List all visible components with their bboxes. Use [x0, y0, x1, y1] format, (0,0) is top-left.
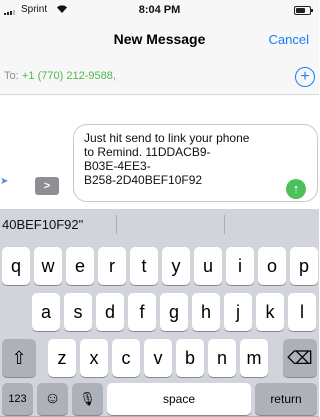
- status-time: 8:04 PM: [138, 4, 181, 16]
- key-d[interactable]: d: [96, 293, 124, 331]
- key-q[interactable]: q: [2, 247, 30, 285]
- key-x[interactable]: x: [80, 339, 108, 377]
- key-y[interactable]: y: [162, 247, 190, 285]
- key-e[interactable]: e: [66, 247, 94, 285]
- expand-apps-button[interactable]: >: [35, 177, 59, 195]
- cancel-button[interactable]: Cancel: [269, 32, 309, 47]
- navigation-bar: New Message Cancel: [0, 22, 319, 60]
- key-n[interactable]: n: [208, 339, 236, 377]
- key-p[interactable]: p: [290, 247, 318, 285]
- key-g[interactable]: g: [160, 293, 188, 331]
- key-b[interactable]: b: [176, 339, 204, 377]
- battery-icon: [294, 6, 313, 15]
- key-t[interactable]: t: [130, 247, 158, 285]
- suggestion-divider: [116, 215, 117, 234]
- key-h[interactable]: h: [192, 293, 220, 331]
- delete-key[interactable]: ⌫: [283, 339, 317, 377]
- emoji-key-icon[interactable]: ☺: [37, 383, 68, 415]
- message-text[interactable]: Just hit send to link your phone to Remi…: [84, 131, 288, 187]
- key-c[interactable]: c: [112, 339, 140, 377]
- microphone-key-icon[interactable]: 🎙: [72, 383, 103, 415]
- key-f[interactable]: f: [128, 293, 156, 331]
- suggestion-divider: [224, 215, 225, 234]
- key-l[interactable]: l: [288, 293, 316, 331]
- key-u[interactable]: u: [194, 247, 222, 285]
- return-key[interactable]: return: [255, 383, 317, 415]
- to-label: To:: [4, 70, 19, 82]
- key-a[interactable]: a: [32, 293, 60, 331]
- numbers-key[interactable]: 123: [2, 383, 33, 415]
- key-r[interactable]: r: [98, 247, 126, 285]
- key-k[interactable]: k: [256, 293, 284, 331]
- message-input[interactable]: Just hit send to link your phone to Remi…: [73, 124, 318, 202]
- key-v[interactable]: v: [144, 339, 172, 377]
- recipient-value[interactable]: +1 (770) 212-9588,: [22, 70, 116, 82]
- shift-key[interactable]: ⇧: [2, 339, 36, 377]
- key-z[interactable]: z: [48, 339, 76, 377]
- key-j[interactable]: j: [224, 293, 252, 331]
- space-key[interactable]: space: [107, 383, 251, 415]
- pointer-arrow-icon: ➤: [0, 176, 9, 187]
- key-i[interactable]: i: [226, 247, 254, 285]
- key-o[interactable]: o: [258, 247, 286, 285]
- status-bar: Sprint 8:04 PM: [0, 0, 319, 22]
- key-w[interactable]: w: [34, 247, 62, 285]
- suggestion-item[interactable]: 40BEF10F92": [2, 217, 83, 232]
- add-contact-button[interactable]: +: [295, 67, 315, 87]
- key-m[interactable]: m: [240, 339, 268, 377]
- send-button[interactable]: ↑: [286, 179, 306, 199]
- suggestion-bar: 40BEF10F92": [0, 209, 319, 240]
- key-s[interactable]: s: [64, 293, 92, 331]
- recipient-field[interactable]: To: +1 (770) 212-9588, +: [0, 60, 319, 95]
